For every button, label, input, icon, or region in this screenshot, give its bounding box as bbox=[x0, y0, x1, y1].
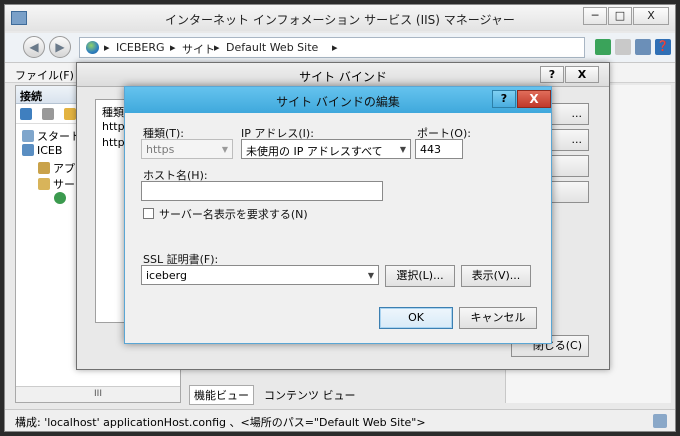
globe-icon bbox=[86, 41, 99, 54]
edit-binding-titlebar: サイト バインドの編集 ? X bbox=[125, 87, 551, 113]
refresh-icon[interactable] bbox=[595, 39, 611, 55]
app-pool-icon bbox=[38, 162, 50, 174]
help-icon[interactable]: ❓ bbox=[655, 39, 671, 55]
stop-icon[interactable] bbox=[615, 39, 631, 55]
breadcrumb-separator: ▸ bbox=[214, 41, 220, 54]
minimize-button[interactable]: ─ bbox=[583, 7, 607, 25]
sni-label[interactable]: サーバー名表示を要求する(N) bbox=[159, 206, 308, 222]
tab-features-view[interactable]: 機能ビュー bbox=[189, 385, 254, 405]
help-button[interactable]: ? bbox=[540, 66, 564, 83]
select-certificate-button[interactable]: 選択(L)... bbox=[385, 265, 455, 287]
close-button[interactable]: X bbox=[565, 66, 599, 83]
list-header-type[interactable]: 種類 bbox=[102, 104, 124, 120]
view-certificate-button[interactable]: 表示(V)... bbox=[461, 265, 531, 287]
site-bindings-titlebar: サイト バインド ? X bbox=[77, 63, 609, 87]
edit-binding-title: サイト バインドの編集 bbox=[276, 95, 400, 109]
start-page-icon bbox=[22, 130, 34, 142]
tree-item-server[interactable]: ICEB bbox=[22, 144, 62, 157]
type-value: https bbox=[146, 143, 175, 156]
sni-checkbox[interactable] bbox=[143, 208, 154, 219]
site-globe-icon bbox=[54, 192, 66, 204]
cancel-button[interactable]: キャンセル bbox=[459, 307, 537, 329]
edit-site-binding-dialog: サイト バインドの編集 ? X 種類(T): https ▼ IP アドレス(I… bbox=[124, 86, 552, 344]
breadcrumb[interactable]: ▸ ICEBERG ▸ サイト ▸ Default Web Site ▸ bbox=[79, 37, 585, 58]
folder-icon[interactable] bbox=[64, 108, 76, 120]
tree-item-default-site[interactable] bbox=[54, 192, 69, 205]
maximize-button[interactable]: □ bbox=[608, 7, 632, 25]
list-item[interactable]: http bbox=[102, 120, 125, 133]
breadcrumb-separator: ▸ bbox=[104, 41, 110, 54]
forward-button[interactable]: ▶ bbox=[49, 36, 71, 58]
breadcrumb-separator: ▸ bbox=[170, 41, 176, 54]
sites-folder-icon bbox=[38, 178, 50, 190]
window-title: インターネット インフォメーション サービス (IIS) マネージャー bbox=[165, 13, 515, 27]
site-bindings-title: サイト バインド bbox=[299, 70, 387, 84]
chevron-down-icon: ▼ bbox=[221, 145, 228, 154]
ssl-certificate-value: iceberg bbox=[146, 269, 187, 282]
ssl-certificate-select[interactable]: iceberg ▼ bbox=[141, 265, 379, 285]
close-button[interactable]: X bbox=[517, 90, 551, 108]
status-bar: 構成: 'localhost' applicationHost.config 、… bbox=[5, 409, 675, 431]
status-text: 構成: 'localhost' applicationHost.config 、… bbox=[15, 416, 426, 429]
ip-address-select[interactable]: 未使用の IP アドレスすべて ▼ bbox=[241, 139, 411, 159]
back-button[interactable]: ◀ bbox=[23, 36, 45, 58]
help-button[interactable]: ? bbox=[492, 90, 516, 108]
type-select: https ▼ bbox=[141, 139, 233, 159]
breadcrumb-sites[interactable]: サイト bbox=[182, 41, 215, 57]
ok-button[interactable]: OK bbox=[379, 307, 453, 329]
horizontal-scrollbar[interactable]: III bbox=[16, 386, 180, 402]
ip-address-value: 未使用の IP アドレスすべて bbox=[246, 145, 383, 158]
menu-file[interactable]: ファイル(F) bbox=[15, 67, 74, 83]
window-titlebar: インターネット インフォメーション サービス (IIS) マネージャー ─ □ … bbox=[5, 5, 675, 31]
tree-item-start[interactable]: スタート bbox=[22, 128, 81, 144]
save-icon[interactable] bbox=[42, 108, 54, 120]
home-icon[interactable] bbox=[635, 39, 651, 55]
breadcrumb-separator: ▸ bbox=[332, 41, 338, 54]
tree-item-sites[interactable]: サー bbox=[38, 176, 75, 192]
status-icon bbox=[653, 414, 667, 428]
connect-icon[interactable] bbox=[20, 108, 32, 120]
breadcrumb-site[interactable]: Default Web Site bbox=[226, 41, 318, 54]
close-window-button[interactable]: X bbox=[633, 7, 669, 25]
chevron-down-icon: ▼ bbox=[367, 271, 374, 280]
address-bar: ◀ ▶ ▸ ICEBERG ▸ サイト ▸ Default Web Site ▸… bbox=[5, 33, 675, 63]
tree-item-app-pools[interactable]: アプ bbox=[38, 160, 75, 176]
chevron-down-icon: ▼ bbox=[399, 145, 406, 154]
port-input[interactable]: 443 bbox=[415, 139, 463, 159]
server-icon bbox=[22, 144, 34, 156]
host-name-input[interactable] bbox=[141, 181, 383, 201]
tab-content-view[interactable]: コンテンツ ビュー bbox=[259, 385, 361, 405]
breadcrumb-server[interactable]: ICEBERG bbox=[116, 41, 165, 54]
